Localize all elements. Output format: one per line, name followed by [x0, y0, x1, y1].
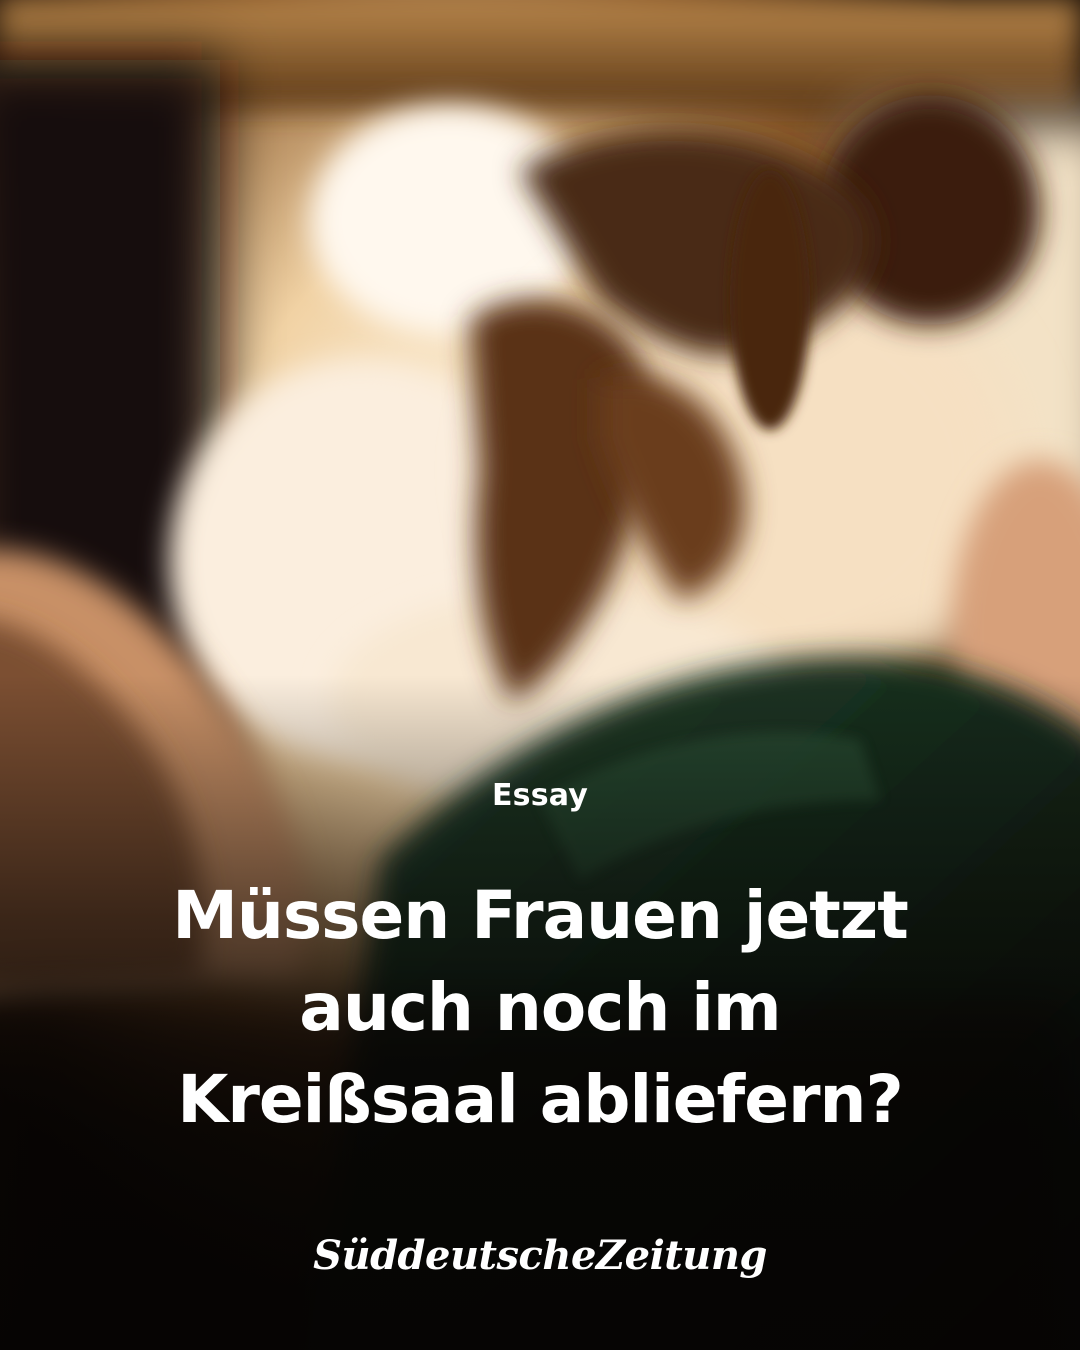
text-overlay: Essay Müssen Frauen jetzt auch noch im K…: [0, 0, 1080, 1350]
post-canvas: Essay Müssen Frauen jetzt auch noch im K…: [0, 0, 1080, 1350]
article-kicker: Essay: [491, 778, 589, 813]
article-headline: Müssen Frauen jetzt auch noch im Kreißsa…: [60, 870, 1020, 1146]
headline-line-1: Müssen Frauen jetzt: [172, 877, 909, 954]
sueddeutsche-zeitung-logo: SüddeutscheZeitung: [313, 1232, 767, 1279]
headline-line-3: Kreißsaal abliefern?: [177, 1061, 904, 1138]
headline-line-2: auch noch im: [299, 969, 781, 1046]
